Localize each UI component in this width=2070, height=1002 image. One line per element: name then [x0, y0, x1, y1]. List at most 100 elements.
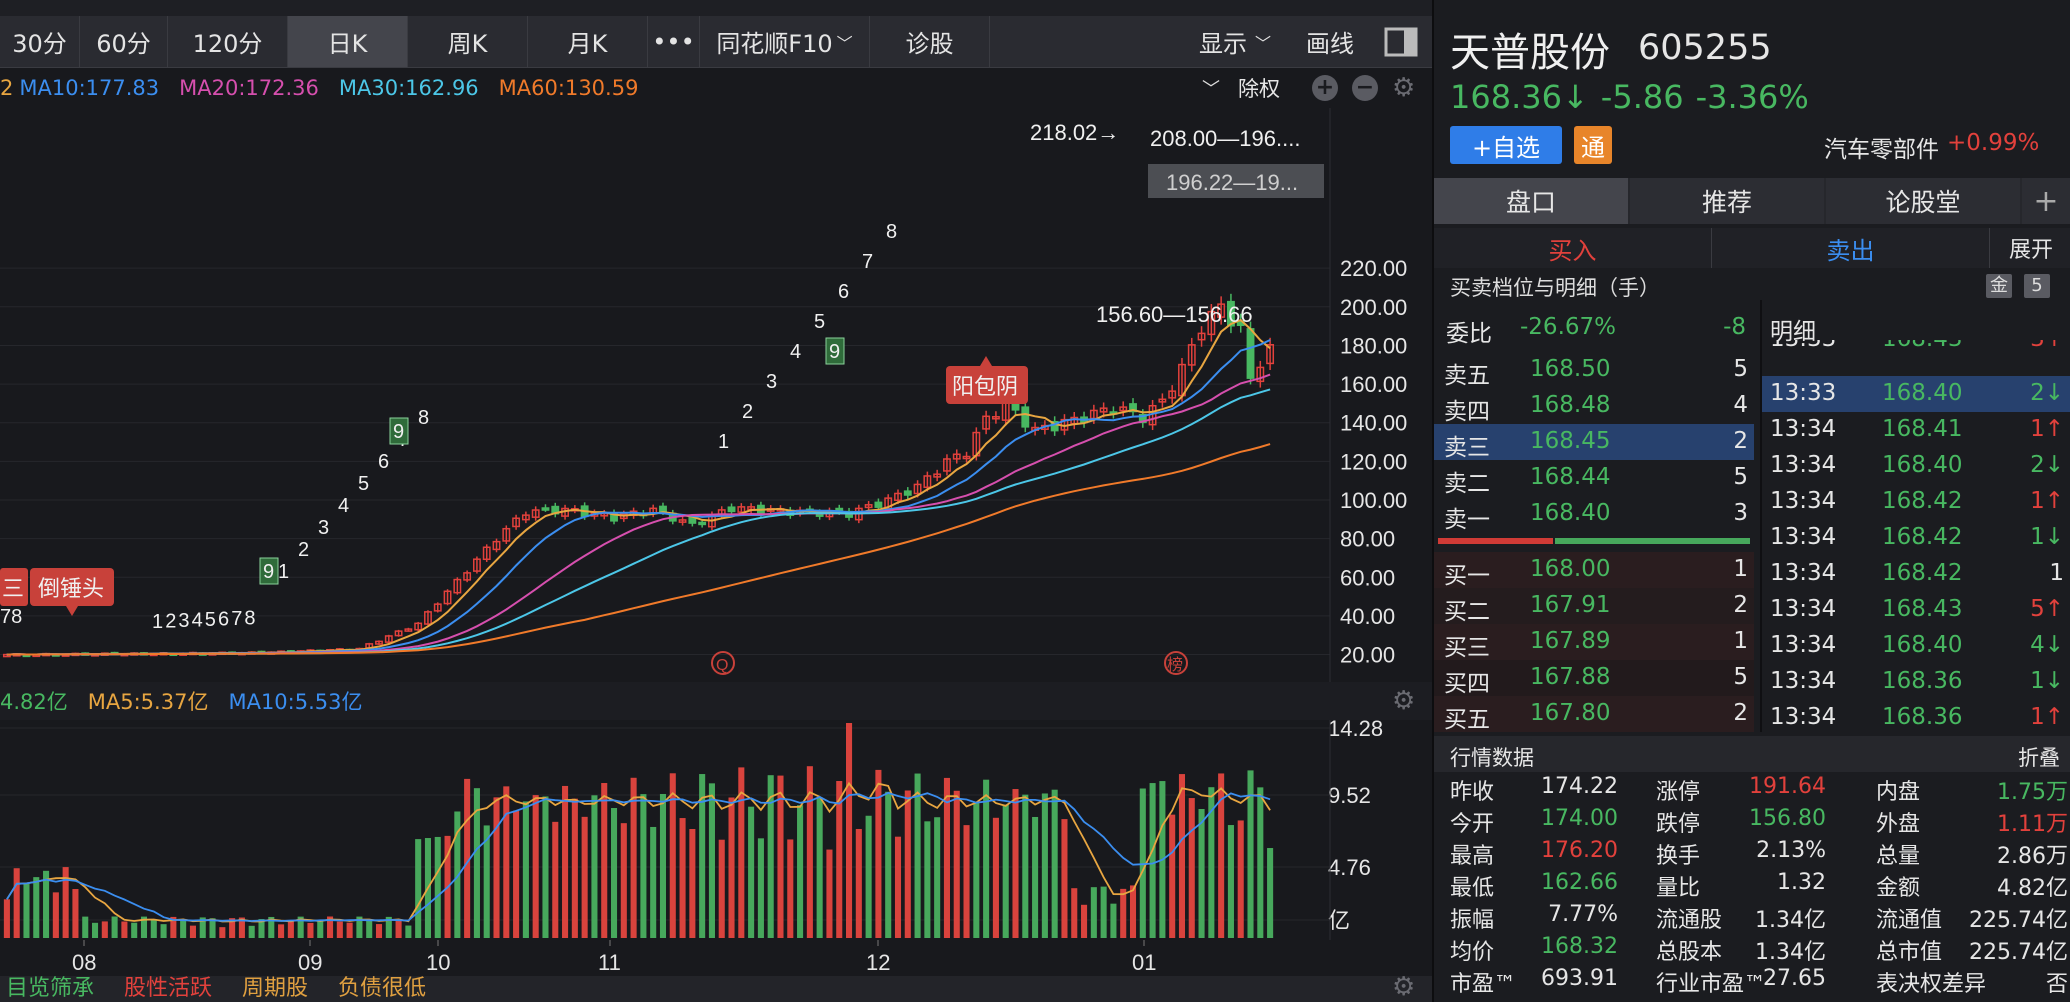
- bid-row[interactable]: 买二 167.91 2: [1434, 588, 1754, 625]
- panel-divider: [1760, 300, 1762, 732]
- tick-row[interactable]: 13:34 168.42 1↑: [1762, 484, 2070, 520]
- tick-row[interactable]: 13:34 168.42 1: [1762, 556, 2070, 592]
- range-label-2: 196.22—19...: [1166, 170, 1298, 195]
- volume-legend: 4.82亿 MA5:5.37亿 MA10:5.53亿 ⚙: [0, 682, 1432, 720]
- gear-icon[interactable]: ⚙: [1392, 686, 1415, 716]
- market-value: 156.80: [1749, 806, 1826, 831]
- y-tick-label: 200.00: [1340, 295, 1407, 320]
- chevron-down-icon[interactable]: ﹀: [1202, 75, 1220, 101]
- ask-row[interactable]: 卖四 168.48 4: [1434, 388, 1754, 425]
- candle: [659, 505, 667, 513]
- tag-0[interactable]: 目览筛承: [6, 976, 94, 1002]
- gear-icon[interactable]: ⚙: [1392, 976, 1415, 1002]
- volume-bar: [973, 802, 980, 938]
- bid-row[interactable]: 买三 167.89 1: [1434, 624, 1754, 661]
- volume-chart[interactable]: 14.28 9.52 4.76 亿: [0, 720, 1432, 940]
- ask-row[interactable]: 卖二 168.44 5: [1434, 460, 1754, 497]
- tag-2[interactable]: 周期股: [242, 976, 308, 1002]
- bang-marker-label: 榜: [1167, 656, 1183, 674]
- tick-row[interactable]: 13:33 168.40 2↓: [1762, 376, 2070, 412]
- tick-row[interactable]: 13:34 168.42 1↓: [1762, 520, 2070, 556]
- display-label: 显示: [1198, 30, 1247, 58]
- ask-row[interactable]: 卖三 168.45 2: [1434, 424, 1754, 461]
- td-nine-number: 9: [263, 561, 274, 583]
- volume-bar: [1227, 825, 1234, 938]
- tab-f10[interactable]: 同花顺F10 ﹀: [700, 16, 870, 67]
- level-price: 168.44: [1530, 464, 1611, 490]
- market-key: 振幅: [1450, 908, 1495, 933]
- tag-1[interactable]: 股性活跃: [124, 976, 212, 1002]
- market-key: 行业市盈™: [1656, 972, 1767, 997]
- pattern-pointer: [980, 356, 992, 366]
- x-tick-label: 08: [72, 950, 96, 975]
- market-data-title: 行情数据: [1450, 746, 1534, 770]
- tick-time: 13:34: [1770, 416, 1837, 442]
- candlestick-chart[interactable]: 220.00200.00180.00160.00140.00120.00100.…: [0, 108, 1432, 682]
- bid-row[interactable]: 买五 167.80 2: [1434, 696, 1754, 733]
- tab-daily-k[interactable]: 日K: [288, 16, 408, 67]
- level-price: 168.00: [1530, 556, 1611, 582]
- volume-bar: [983, 779, 990, 938]
- ma-legend: 2 MA10:177.83 MA20:172.36 MA30:162.96 MA…: [0, 68, 1432, 108]
- volume-bar: [1237, 820, 1244, 938]
- volume-ma10: MA10:5.53亿: [228, 690, 363, 714]
- ex-dividend-button[interactable]: 除权: [1238, 73, 1280, 103]
- bid-row[interactable]: 买四 167.88 5: [1434, 660, 1754, 697]
- y-tick-label: 40.00: [1340, 604, 1395, 629]
- display-dropdown[interactable]: 显示 ﹀: [1180, 16, 1290, 67]
- tab-weekly-k[interactable]: 周K: [408, 16, 528, 67]
- tab-120min[interactable]: 120分: [168, 16, 288, 67]
- tag-3[interactable]: 负债很低: [338, 976, 426, 1002]
- tick-row[interactable]: 13:34 168.41 1↑: [1762, 412, 2070, 448]
- tick-time: 13:34: [1770, 596, 1837, 622]
- tick-row[interactable]: 13:34 168.36 1↑: [1762, 700, 2070, 736]
- td-sequence-number: 5: [814, 311, 825, 333]
- level-price: 167.80: [1530, 700, 1611, 726]
- volume-bar: [718, 839, 725, 938]
- tick-row[interactable]: 13:34 168.36 1↓: [1762, 664, 2070, 700]
- tick-row[interactable]: 13:33 168.43 3↑: [1762, 340, 2070, 362]
- zoom-out-icon[interactable]: −: [1352, 75, 1378, 101]
- volume-bar: [82, 916, 89, 938]
- tick-price: 168.40: [1882, 452, 1963, 478]
- fold-button[interactable]: 折叠: [2018, 742, 2060, 772]
- tick-row[interactable]: 13:34 168.40 2↓: [1762, 448, 2070, 484]
- tick-volume: 1↓: [2030, 524, 2064, 550]
- td-sequence-number: 4: [338, 495, 349, 517]
- panel-toggle-icon[interactable]: [1370, 16, 1432, 67]
- period-toolbar: 30分 60分 120分 日K 周K 月K ••• 同花顺F10 ﹀ 诊股 显示 ﹀…: [0, 16, 1432, 68]
- tick-row[interactable]: 13:34 168.40 4↓: [1762, 628, 2070, 664]
- more-icon[interactable]: •••: [648, 16, 700, 67]
- market-value: 225.74亿: [1969, 908, 2068, 933]
- volume-bar: [395, 919, 402, 938]
- ask-row[interactable]: 卖一 168.40 3: [1434, 496, 1754, 533]
- td-sequence-number: 2: [298, 539, 309, 561]
- volume-bar: [689, 829, 696, 938]
- tick-price: 168.42: [1882, 524, 1963, 550]
- volume-bar: [405, 925, 412, 938]
- tab-30min[interactable]: 30分: [0, 16, 80, 67]
- zoom-in-icon[interactable]: +: [1312, 75, 1338, 101]
- volume-bar: [845, 723, 853, 938]
- tab-60min[interactable]: 60分: [80, 16, 168, 67]
- level-volume: 5: [1733, 356, 1748, 382]
- td-nine-number: 9: [393, 421, 404, 443]
- volume-y-tick: 14.28: [1328, 720, 1383, 741]
- td-sequence-number: 7: [862, 251, 873, 273]
- tick-time: 13:33: [1770, 380, 1837, 406]
- draw-line-button[interactable]: 画线: [1290, 16, 1370, 67]
- bid-row[interactable]: 买一 168.00 1: [1434, 552, 1754, 589]
- market-key: 市盈™: [1450, 972, 1517, 997]
- gear-icon[interactable]: ⚙: [1392, 73, 1415, 103]
- tab-monthly-k[interactable]: 月K: [528, 16, 648, 67]
- tick-row[interactable]: 13:34 168.43 5↑: [1762, 592, 2070, 628]
- volume-bar: [13, 868, 20, 938]
- volume-bar: [111, 916, 118, 938]
- ma-legend-cut: 2: [0, 76, 14, 100]
- ask-row[interactable]: 卖五 168.50 5: [1434, 352, 1754, 389]
- volume-today: 4.82亿: [0, 690, 68, 714]
- volume-bar: [1169, 814, 1176, 938]
- x-tick-label: 12: [866, 950, 890, 975]
- tab-diagnose[interactable]: 诊股: [870, 16, 990, 67]
- td-sequence-number: 5: [358, 473, 369, 495]
